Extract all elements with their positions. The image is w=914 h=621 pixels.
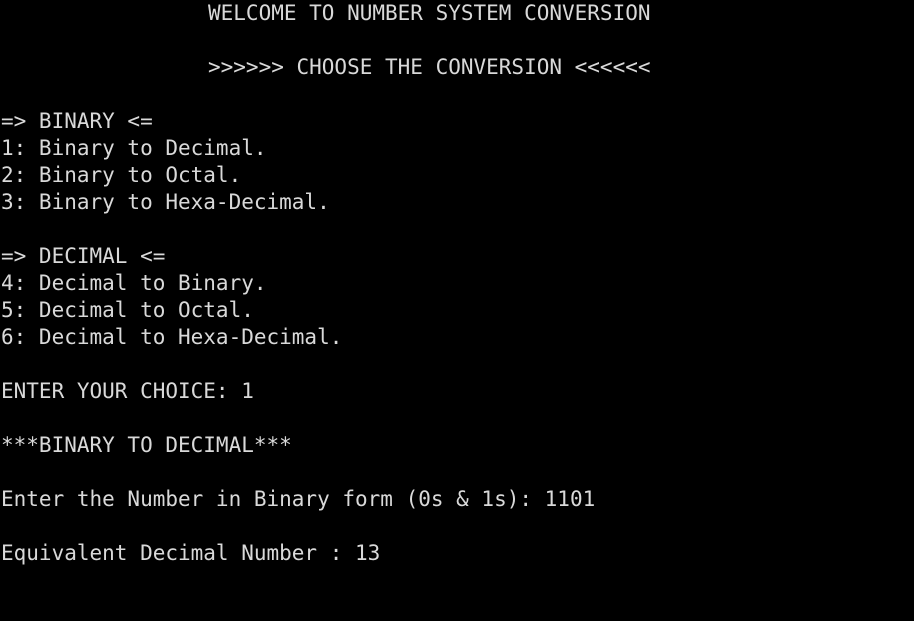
choice-line: ENTER YOUR CHOICE: 1: [1, 378, 254, 405]
decimal-section-heading: => DECIMAL <=: [1, 244, 166, 268]
menu-option-5: 5: Decimal to Octal.: [1, 298, 254, 322]
menu-option-6: 6: Decimal to Hexa-Decimal.: [1, 325, 343, 349]
binary-section-heading: => BINARY <=: [1, 109, 153, 133]
number-input-line: Enter the Number in Binary form (0s & 1s…: [1, 486, 595, 513]
menu-option-2: 2: Binary to Octal.: [1, 163, 242, 187]
menu-option-3: 3: Binary to Hexa-Decimal.: [1, 190, 330, 214]
choice-input[interactable]: 1: [241, 379, 254, 403]
result-label: Equivalent Decimal Number :: [1, 541, 356, 565]
number-prompt: Enter the Number in Binary form (0s & 1s…: [1, 487, 545, 511]
choose-conversion-heading: >>>>>> CHOOSE THE CONVERSION <<<<<<: [208, 55, 651, 79]
result-line: Equivalent Decimal Number : 13: [1, 540, 380, 567]
welcome-title: WELCOME TO NUMBER SYSTEM CONVERSION: [208, 1, 651, 25]
mode-title: ***BINARY TO DECIMAL***: [1, 433, 292, 457]
console-window: WELCOME TO NUMBER SYSTEM CONVERSION >>>>…: [0, 0, 914, 577]
choice-prompt: ENTER YOUR CHOICE:: [1, 379, 242, 403]
binary-number-input[interactable]: 1101: [545, 487, 596, 511]
result-value: 13: [355, 541, 381, 565]
menu-option-4: 4: Decimal to Binary.: [1, 271, 267, 295]
menu-option-1: 1: Binary to Decimal.: [1, 136, 267, 160]
